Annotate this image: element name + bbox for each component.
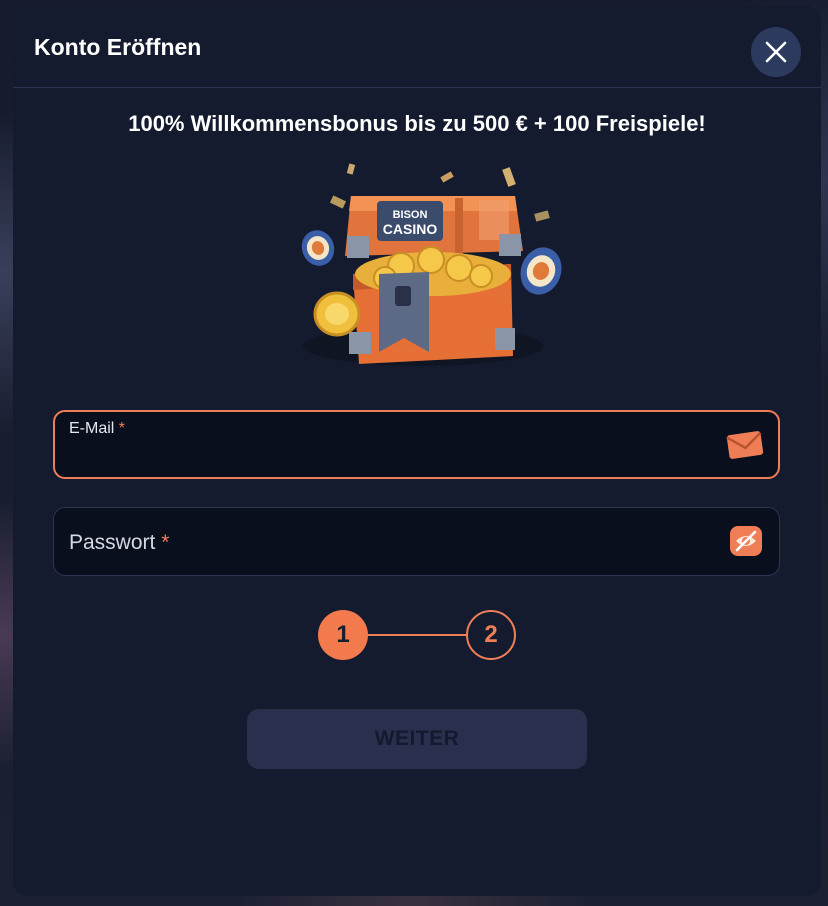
email-label: E-Mail *: [69, 420, 126, 437]
password-field[interactable]: Passwort *: [53, 507, 780, 576]
eye-slash-icon[interactable]: [727, 523, 765, 559]
signup-stepper: 1 2: [318, 610, 518, 660]
email-field[interactable]: E-Mail *: [53, 410, 780, 479]
svg-text:BISON: BISON: [393, 209, 428, 221]
treasure-chest-icon: BISON CASINO: [301, 163, 562, 366]
step-1-indicator: 1: [318, 610, 368, 660]
close-icon: [765, 41, 787, 63]
svg-text:CASINO: CASINO: [383, 221, 438, 237]
password-input[interactable]: [68, 538, 719, 568]
stepper-connector: [368, 634, 466, 636]
next-button[interactable]: WEITER: [247, 709, 587, 769]
signup-modal: Konto Eröffnen 100% Willkommensbonus bis…: [13, 6, 821, 896]
email-input[interactable]: [69, 442, 718, 472]
envelope-icon: [726, 431, 764, 459]
step-2-indicator: 2: [466, 610, 516, 660]
close-button[interactable]: [751, 27, 801, 77]
modal-header: Konto Eröffnen: [13, 6, 821, 88]
promo-headline: 100% Willkommensbonus bis zu 500 € + 100…: [128, 111, 706, 136]
modal-title: Konto Eröffnen: [34, 34, 202, 60]
